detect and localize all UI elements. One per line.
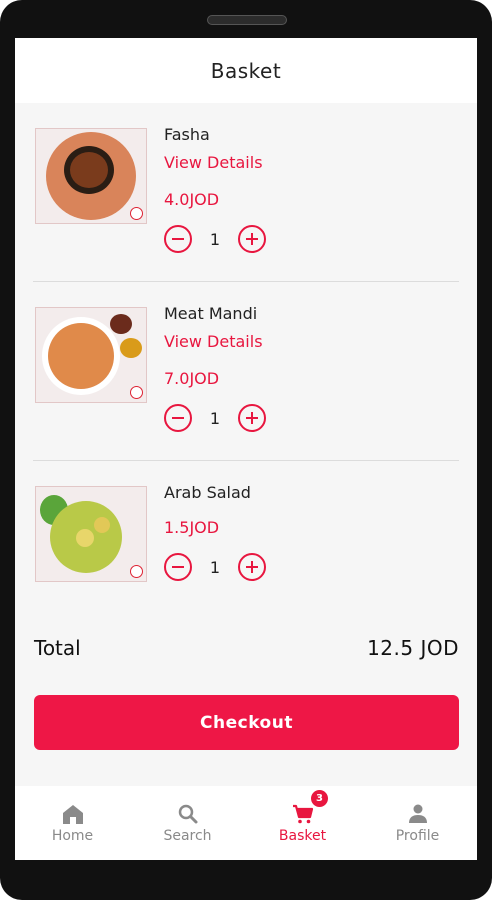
brand-logo-icon: [130, 207, 143, 220]
item-name: Fasha: [164, 125, 210, 144]
tab-label: Profile: [395, 828, 440, 844]
app-screen: Basket Fasha View Details 4.0JOD 1 Meat …: [15, 38, 477, 860]
increase-quantity-button[interactable]: [238, 553, 266, 581]
speaker-grille: [207, 15, 287, 25]
tab-label: Basket: [278, 828, 327, 844]
increase-quantity-button[interactable]: [238, 404, 266, 432]
tab-search[interactable]: Search: [130, 786, 245, 860]
quantity-stepper: 1: [164, 404, 266, 432]
total-amount: 12.5 JOD: [367, 636, 459, 660]
basket-item: Fasha View Details 4.0JOD 1: [33, 125, 459, 258]
item-image: [35, 128, 147, 224]
tab-label: Home: [51, 828, 94, 844]
item-price: 7.0JOD: [164, 369, 220, 388]
app-header: Basket: [15, 38, 477, 103]
tab-basket[interactable]: 3 Basket: [245, 786, 360, 860]
item-name: Meat Mandi: [164, 304, 258, 323]
tab-label: Search: [163, 828, 212, 844]
brand-logo-icon: [130, 565, 143, 578]
item-name: Arab Salad: [164, 483, 251, 502]
bottom-navigation: Home Search 3 Basket Profile: [15, 786, 477, 860]
quantity-stepper: 1: [164, 553, 266, 581]
profile-icon: [409, 804, 427, 823]
decrease-quantity-button[interactable]: [164, 553, 192, 581]
decrease-quantity-button[interactable]: [164, 225, 192, 253]
page-title: Basket: [210, 58, 282, 83]
total-label: Total: [34, 636, 81, 660]
cart-count-badge: 3: [311, 790, 328, 807]
device-frame: Basket Fasha View Details 4.0JOD 1 Meat …: [0, 0, 492, 900]
basket-item: Arab Salad 1.5JOD 1: [33, 483, 459, 586]
tab-home[interactable]: Home: [15, 786, 130, 860]
item-image: [35, 486, 147, 582]
tab-profile[interactable]: Profile: [360, 786, 475, 860]
view-details-link[interactable]: View Details: [164, 153, 263, 172]
item-price: 4.0JOD: [164, 190, 220, 209]
checkout-button[interactable]: Checkout: [34, 695, 459, 750]
quantity-value: 1: [209, 557, 221, 577]
item-divider: [33, 460, 459, 461]
item-divider: [33, 281, 459, 282]
item-image: [35, 307, 147, 403]
item-price: 1.5JOD: [164, 518, 220, 537]
brand-logo-icon: [130, 386, 143, 399]
basket-item: Meat Mandi View Details 7.0JOD 1: [33, 304, 459, 437]
quantity-stepper: 1: [164, 225, 266, 253]
increase-quantity-button[interactable]: [238, 225, 266, 253]
view-details-link[interactable]: View Details: [164, 332, 263, 351]
decrease-quantity-button[interactable]: [164, 404, 192, 432]
home-icon: [63, 805, 83, 824]
search-icon: [178, 804, 198, 824]
quantity-value: 1: [209, 408, 221, 428]
cart-icon: [293, 804, 314, 824]
quantity-value: 1: [209, 229, 221, 249]
